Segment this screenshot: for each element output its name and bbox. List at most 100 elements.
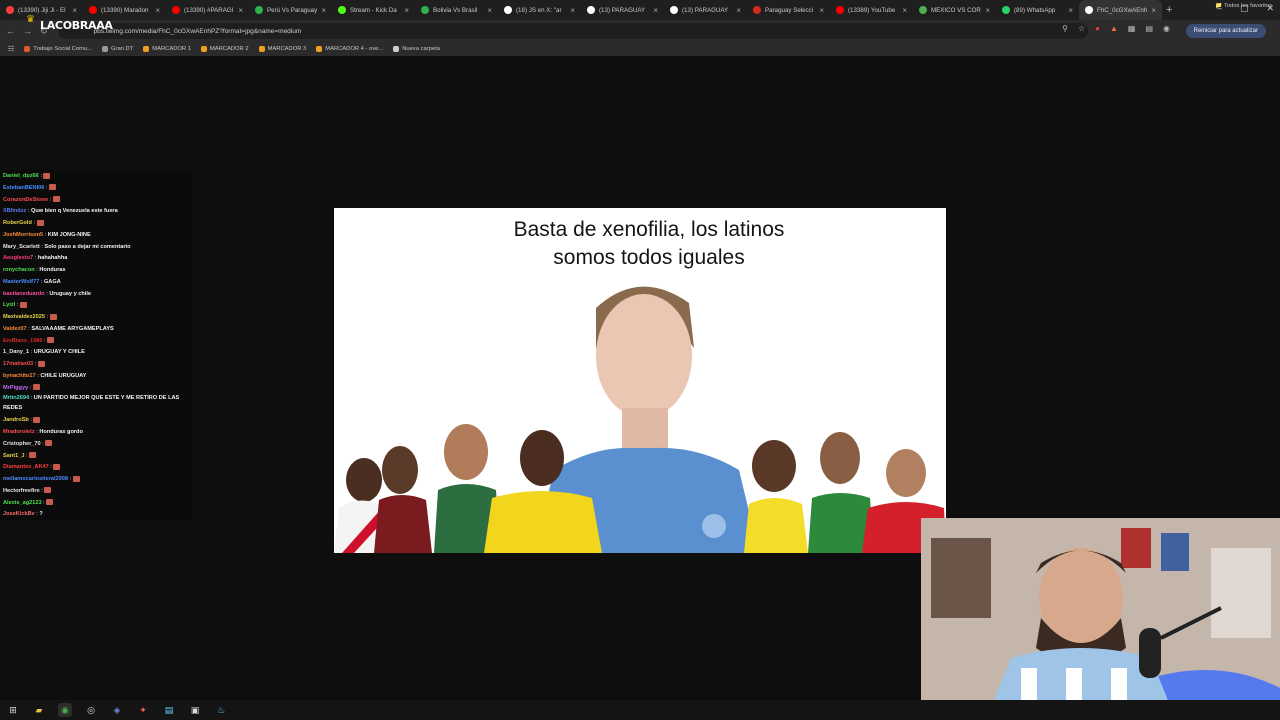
star-icon[interactable]: ☆	[1078, 24, 1085, 33]
green-icon	[255, 6, 263, 14]
address-bar[interactable]: pbs.twimg.com/media/FhC_0cGXwAEnhPZ?form…	[57, 23, 1088, 39]
browser-tab[interactable]: MEXICO VS COR ×	[913, 0, 996, 20]
tab-title: (13390) Maradon	[101, 6, 149, 14]
extension-red-icon[interactable]: ●	[1095, 24, 1100, 33]
notepad-icon[interactable]: ▤	[162, 703, 176, 717]
all-bookmarks-button[interactable]: 📁 Todos los favoritos	[1215, 3, 1272, 9]
browser-tab[interactable]: Paraguay Selecci ×	[747, 0, 830, 20]
player-bolivia	[808, 432, 874, 553]
close-tab-icon[interactable]: ×	[321, 6, 326, 15]
close-tab-icon[interactable]: ×	[902, 6, 907, 15]
browser-tab[interactable]: (13390) #PARAGI ×	[166, 0, 249, 20]
close-tab-icon[interactable]: ×	[1068, 6, 1073, 15]
chat-username[interactable]: RoberGold	[3, 220, 32, 226]
close-tab-icon[interactable]: ×	[72, 6, 77, 15]
taskview-icon[interactable]: ▣	[188, 703, 202, 717]
obs-icon[interactable]: ◎	[84, 703, 98, 717]
close-tab-icon[interactable]: ×	[404, 6, 409, 15]
tab-strip: (13390) Jiji Ji - El × (13390) Maradon × (13…	[0, 0, 1280, 20]
zoom-icon[interactable]: ⚲	[1062, 24, 1068, 33]
chat-emote-icon	[36, 219, 44, 226]
bookmark-item[interactable]: MARCADOR 4 - ove...	[316, 46, 383, 52]
chat-username[interactable]: Maxivaldez2025	[3, 314, 45, 320]
close-tab-icon[interactable]: ×	[487, 6, 492, 15]
close-tab-icon[interactable]: ×	[155, 6, 160, 15]
file-explorer-icon[interactable]: ▰	[32, 703, 46, 717]
chat-username[interactable]: Cristopher_70	[3, 441, 41, 447]
browser-tab[interactable]: (13389) YouTube ×	[830, 0, 913, 20]
bookmark-item[interactable]: MARCADOR 3	[258, 46, 306, 52]
chat-username[interactable]: bastianeduardo	[3, 291, 45, 297]
tab-title: (13390) #PARAGI	[184, 6, 234, 14]
chat-username[interactable]: 1_Dany_1	[3, 349, 29, 355]
chat-username[interactable]: MasterWolf77	[3, 279, 39, 285]
chat-username[interactable]: ronychacon	[3, 267, 35, 273]
back-icon[interactable]: ←	[6, 26, 15, 37]
bookmark-label: MARCADOR 4 - ove...	[325, 46, 384, 52]
browser-tab[interactable]: Perú Vs Paraguay ×	[249, 0, 332, 20]
browser-tab[interactable]: (89) WhatsApp ×	[996, 0, 1079, 20]
close-tab-icon[interactable]: ×	[985, 6, 990, 15]
browser-tab[interactable]: (13390) Jiji Ji - El ×	[0, 0, 83, 20]
chat-username[interactable]: bynachito17	[3, 373, 36, 379]
chat-username[interactable]: 17matias03	[3, 361, 33, 367]
chat-username[interactable]: XBlindzz	[3, 208, 26, 214]
chat-username[interactable]: Diamantes_AK47	[3, 464, 49, 470]
chat-username[interactable]: Hectorfreefire	[3, 488, 40, 494]
chat-username[interactable]: Mradoroletz	[3, 429, 35, 435]
extension-orange-icon[interactable]: ▲	[1110, 24, 1118, 33]
browser-tab[interactable]: (13390) Maradon ×	[83, 0, 166, 20]
app-icon[interactable]: ✦	[136, 703, 150, 717]
relaunch-button[interactable]: Reiniciar para actualizar	[1185, 24, 1266, 38]
chat-username[interactable]: Alexis_ag2123	[3, 500, 42, 506]
new-tab-button[interactable]: +	[1166, 4, 1172, 16]
bookmark-icon	[316, 46, 323, 52]
discord-icon[interactable]: ◈	[110, 703, 124, 717]
puzzle-icon[interactable]: ▦	[1128, 24, 1136, 33]
sidebar-icon[interactable]: ▤	[1145, 24, 1153, 33]
chat-username[interactable]: Mary_Scarlett	[3, 244, 40, 250]
browser-tab[interactable]: FhC_0cGXwAEnh ×	[1079, 0, 1162, 20]
chrome-icon[interactable]: ◉	[58, 703, 72, 717]
close-tab-icon[interactable]: ×	[653, 6, 658, 15]
bookmark-label: Gran DT	[111, 46, 134, 52]
bookmark-item[interactable]: Trabajo Social Comu...	[24, 46, 92, 52]
chat-username[interactable]: Daniel_dpz66	[3, 173, 39, 179]
close-tab-icon[interactable]: ×	[238, 6, 243, 15]
chat-username[interactable]: EmBians_1986	[3, 338, 43, 344]
chat-username[interactable]: Mrtin2694	[3, 395, 29, 401]
close-tab-icon[interactable]: ×	[736, 6, 741, 15]
chat-username[interactable]: Lyizl	[3, 302, 15, 308]
chat-text: SALVAAAME ARYGAMEPLAYS	[31, 325, 114, 332]
chat-emote-icon	[33, 416, 41, 423]
chat-username[interactable]: mellamocarlositeral2008	[3, 476, 68, 482]
profile-icon[interactable]: ◉	[1163, 24, 1170, 33]
browser-tab[interactable]: (18) JS en X: "ar ×	[498, 0, 581, 20]
browser-tab[interactable]: Stream - Kick Da ×	[332, 0, 415, 20]
chat-username[interactable]: JandroSb	[3, 417, 29, 423]
chat-username[interactable]: Aeuglesto7	[3, 255, 33, 261]
chat-username[interactable]: CorazonDeStone	[3, 197, 48, 203]
bookmark-item[interactable]: Gran DT	[102, 46, 133, 52]
bookmark-item[interactable]: MARCADOR 2	[200, 46, 249, 52]
browser-tab[interactable]: Bolivia Vs Brasil ×	[415, 0, 498, 20]
forward-icon[interactable]: →	[23, 26, 32, 37]
apps-grid-icon[interactable]: ☷	[8, 45, 14, 53]
chat-username[interactable]: Sant1_J	[3, 453, 24, 459]
bookmark-item[interactable]: MARCADOR 1	[143, 46, 191, 52]
bookmark-item[interactable]: Nueva carpeta	[393, 46, 440, 52]
browser-tab[interactable]: (13) PARAGUAY ×	[664, 0, 747, 20]
chat-username[interactable]: Valdez07	[3, 326, 27, 332]
close-tab-icon[interactable]: ×	[819, 6, 824, 15]
chat-text: KIM JONG-NINE	[47, 231, 91, 238]
windows-start-icon[interactable]: ⊞	[6, 703, 20, 717]
chat-username[interactable]: MrPiggyy	[3, 385, 28, 391]
chat-username[interactable]: JoseKickBv	[3, 511, 35, 517]
chat-username[interactable]: EstebanBENI06	[3, 185, 44, 191]
close-tab-icon[interactable]: ×	[570, 6, 575, 15]
close-tab-icon[interactable]: ×	[1151, 6, 1156, 15]
chat-message: CorazonDeStone :	[3, 195, 192, 207]
browser-tab[interactable]: (13) PARAGUAY ×	[581, 0, 664, 20]
chat-username[interactable]: JoshMorrison5	[3, 232, 43, 238]
steam-icon[interactable]: ♨	[214, 703, 228, 717]
